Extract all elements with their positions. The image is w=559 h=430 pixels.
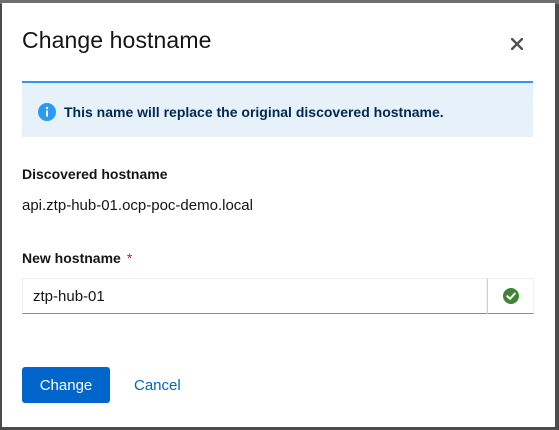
modal-title: Change hostname [22, 27, 212, 53]
close-button[interactable] [506, 33, 528, 55]
required-indicator: * [126, 250, 133, 266]
discovered-hostname-label: Discovered hostname [22, 166, 168, 182]
new-hostname-label-text: New hostname [22, 250, 121, 266]
discovered-hostname-value: api.ztp-hub-01.ocp-poc-demo.local [22, 197, 253, 214]
info-circle-icon [38, 103, 56, 121]
new-hostname-label: New hostname * [22, 250, 132, 266]
check-circle-icon [502, 288, 519, 304]
validation-indicator [487, 278, 534, 314]
cancel-button[interactable]: Cancel [124, 367, 191, 403]
alert-message: This name will replace the original disc… [64, 104, 444, 120]
change-hostname-modal: Change hostname This name will replace t… [2, 3, 555, 427]
close-icon [511, 38, 523, 50]
change-button[interactable]: Change [22, 367, 110, 403]
info-alert: This name will replace the original disc… [22, 81, 533, 137]
new-hostname-input[interactable] [22, 278, 487, 314]
new-hostname-input-group [22, 278, 534, 314]
